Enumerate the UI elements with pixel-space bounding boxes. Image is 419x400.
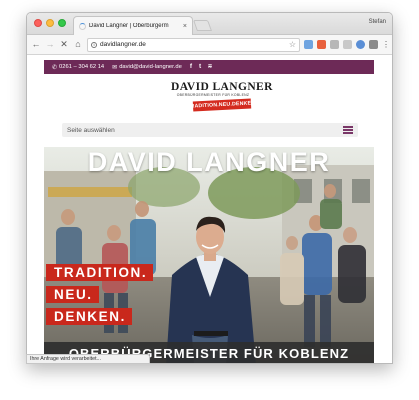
hero-slogan: TRADITION. NEU. DENKEN. [46, 264, 154, 325]
phone-number: 0261 – 304 62 14 [59, 64, 105, 70]
email-link[interactable]: ✉ david@david-langner.de [112, 64, 182, 71]
back-arrow-icon[interactable]: ← [31, 39, 41, 51]
site-logo[interactable]: DAVID LANGNER OBERBÜRGERMEISTER FÜR KOBL… [171, 81, 273, 112]
slogan-line-neu: NEU. [46, 286, 99, 303]
extension-icon[interactable] [356, 40, 365, 49]
contact-bar: ✆ 0261 – 304 62 14 ✉ david@david-langner… [44, 60, 374, 74]
extension-icon[interactable] [330, 40, 339, 49]
page-select-menu[interactable]: Seite auswählen [62, 123, 358, 137]
address-bar[interactable]: i davidlangner.de ☆ [87, 37, 300, 52]
logo-subtitle: OBERBÜRGERMEISTER FÜR KOBLENZ [176, 93, 250, 97]
campaign-banner: DAVID LANGNER TRADITION. NEU. DENKEN. OB… [44, 147, 374, 363]
info-icon[interactable]: i [91, 41, 97, 48]
twitter-icon[interactable]: t [199, 63, 201, 71]
bookmark-star-icon[interactable]: ☆ [289, 40, 296, 49]
phone-icon: ✆ [52, 64, 58, 71]
browser-menu-icon[interactable]: ⋮ [382, 40, 390, 49]
page-viewport: ✆ 0261 – 304 62 14 ✉ david@david-langner… [27, 55, 392, 363]
slogan-line-denken: DENKEN. [46, 308, 132, 325]
url-text[interactable]: davidlangner.de [100, 41, 286, 48]
hamburger-icon[interactable] [343, 126, 353, 134]
tab-close-icon[interactable]: × [183, 23, 187, 30]
close-window-button[interactable] [34, 19, 42, 27]
browser-tab[interactable]: David Langner | Oberbürgerm × [73, 16, 193, 35]
browser-toolbar: ← → ✕ ⌂ i davidlangner.de ☆ ⋮ [27, 35, 392, 55]
extension-icon[interactable] [343, 40, 352, 49]
profile-name[interactable]: Stefan [369, 19, 386, 25]
loading-spinner-icon [79, 22, 86, 30]
menu-label: Seite auswählen [67, 126, 115, 134]
rss-icon[interactable]: ⩳ [208, 63, 212, 71]
maximize-window-button[interactable] [58, 19, 66, 27]
minimize-window-button[interactable] [46, 19, 54, 27]
logo-tagline: TRADITION.NEU.DENKEN. [187, 98, 257, 112]
email-address: david@david-langner.de [119, 64, 182, 70]
tab-title: David Langner | Oberbürgerm [89, 23, 169, 29]
status-bar: Ihre Anfrage wird verarbeitet... [26, 354, 150, 364]
phone-link[interactable]: ✆ 0261 – 304 62 14 [52, 64, 104, 71]
slogan-line-tradition: TRADITION. [46, 264, 154, 281]
title-bar: David Langner | Oberbürgerm × Stefan [27, 13, 392, 35]
logo-name: DAVID LANGNER [171, 81, 273, 93]
hero-headline: DAVID LANGNER [87, 147, 331, 177]
browser-window: David Langner | Oberbürgerm × Stefan ← →… [26, 12, 393, 364]
extension-icon[interactable] [369, 40, 378, 49]
social-links: f t ⩳ [190, 63, 212, 71]
street-photo [44, 147, 374, 363]
forward-arrow-icon[interactable]: → [45, 39, 55, 51]
stop-loading-icon[interactable]: ✕ [59, 39, 69, 51]
extension-icon[interactable] [304, 40, 313, 49]
new-tab-button[interactable] [192, 20, 213, 31]
home-icon[interactable]: ⌂ [73, 39, 83, 51]
extension-icon[interactable] [317, 40, 326, 49]
facebook-icon[interactable]: f [190, 63, 192, 71]
mail-icon: ✉ [112, 64, 118, 71]
